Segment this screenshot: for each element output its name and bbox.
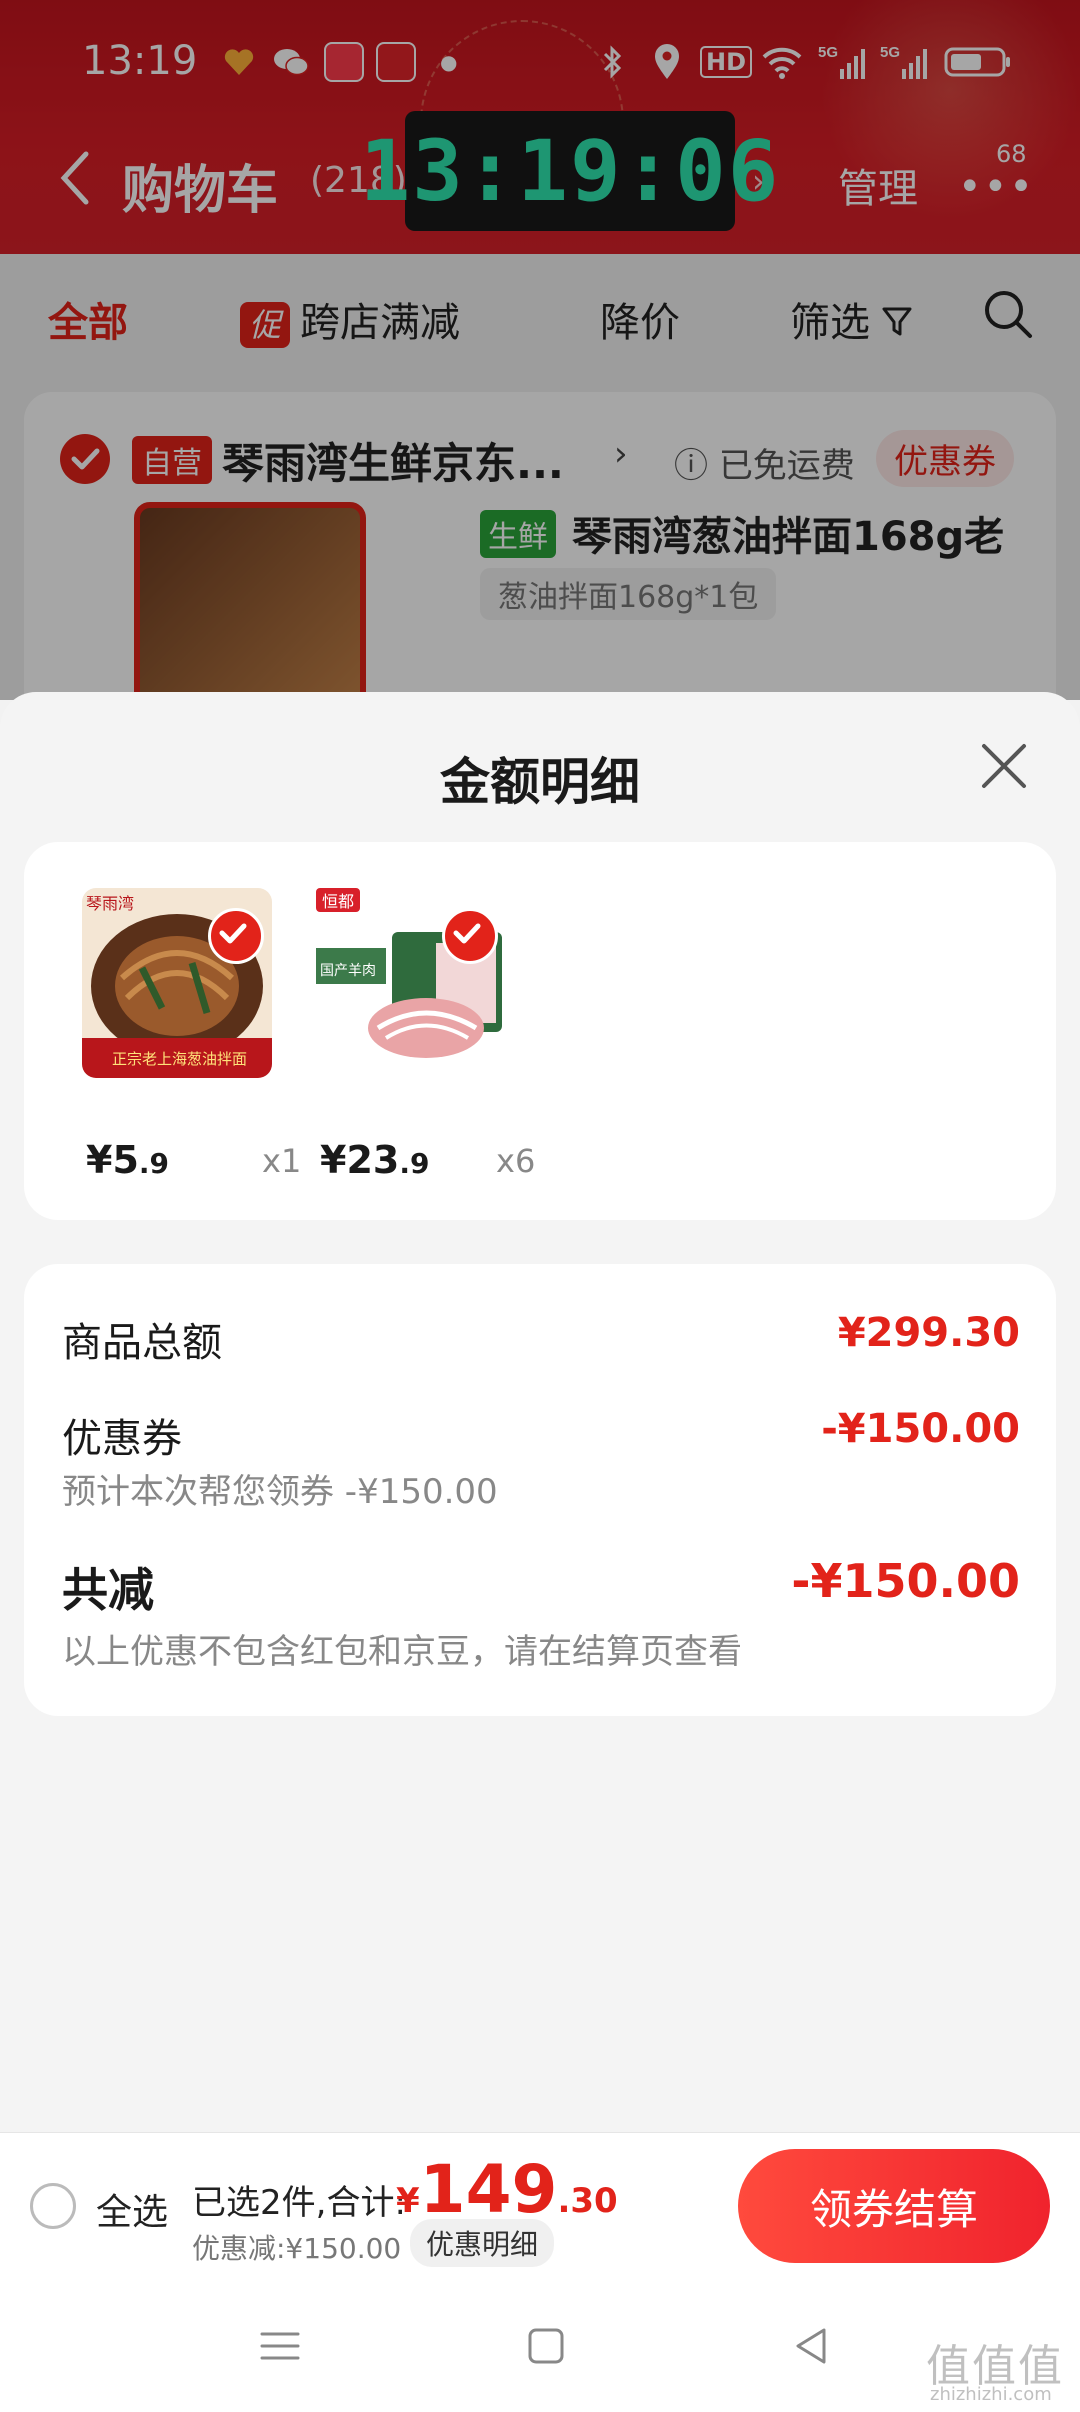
product-spec-selector[interactable]: 葱油拌面168g*1包 — [480, 568, 777, 620]
discount-summary: 优惠减:¥150.00 — [192, 2232, 402, 2265]
home-square-icon[interactable] — [522, 2322, 570, 2370]
tab-price-drop[interactable]: 降价 — [600, 290, 680, 348]
jd-app-icon — [376, 42, 416, 82]
filter-tabs: 全部 促跨店满减 降价 筛选 — [0, 254, 1080, 374]
total-discount-note: 以上优惠不包含红包和京豆，请在结算页查看 — [62, 1632, 742, 1672]
menu-icon[interactable] — [256, 2322, 304, 2370]
free-shipping-text: 已免运费 — [718, 446, 855, 486]
manage-button[interactable]: 管理 — [838, 156, 918, 214]
cart-content: 全部 促跨店满减 降价 筛选 自营 琴雨湾生鲜京东... › ⓘ 已免运费 优惠… — [0, 254, 1080, 752]
more-dots-icon[interactable]: ••• — [958, 164, 1035, 210]
price-summary-card: 商品总额 ¥299.30 优惠券 -¥150.00 预计本次帮您领券 -¥150… — [24, 1264, 1056, 1716]
hd-icon: HD — [700, 42, 753, 82]
currency-symbol: ¥ — [396, 2181, 420, 2221]
svg-text:5G: 5G — [880, 44, 900, 61]
watermark-url: zhizhizhi.com — [930, 2384, 1052, 2405]
tab-cross-store-label: 跨店满减 — [300, 300, 460, 346]
item-caption: 国产羊肉 — [320, 963, 376, 979]
close-icon[interactable] — [978, 740, 1030, 792]
wifi-icon — [760, 42, 804, 82]
promo-badge: 促 — [240, 302, 290, 348]
message-count-badge: 68 — [996, 140, 1027, 168]
free-shipping-label: ⓘ 已免运费 — [674, 438, 855, 487]
location-icon — [652, 42, 682, 82]
item-brand: 恒都 — [316, 888, 361, 912]
total-discount-label: 共减 — [62, 1563, 154, 1617]
status-time: 13:19 — [82, 38, 198, 84]
bluetooth-icon — [600, 42, 626, 82]
tab-all[interactable]: 全部 — [48, 290, 128, 348]
currency-symbol: ¥ — [320, 1138, 347, 1182]
price-decimal: .9 — [138, 1147, 170, 1180]
item-caption: 正宗老上海葱油拌面 — [112, 1050, 248, 1068]
system-nav-bar — [0, 2280, 1080, 2412]
currency-symbol: ¥ — [86, 1138, 113, 1182]
item-checkbox[interactable] — [208, 908, 264, 964]
total-decimal: .30 — [557, 2181, 618, 2221]
select-all-checkbox[interactable] — [30, 2183, 76, 2229]
item-price: ¥23.9 — [320, 1138, 429, 1182]
item-brand: 琴雨湾 — [86, 894, 135, 913]
checkout-bar: 全选 已选2件,合计: ¥149.30 优惠减:¥150.00 优惠明细 领券结… — [0, 2132, 1080, 2281]
sheet-title: 金额明细 — [440, 753, 640, 811]
tab-filter-label: 筛选 — [790, 300, 870, 346]
shop-name[interactable]: 琴雨湾生鲜京东... — [222, 430, 564, 491]
goods-total-label: 商品总额 — [62, 1320, 222, 1366]
shop-checkbox[interactable] — [60, 434, 110, 484]
fresh-tag: 生鲜 — [480, 510, 556, 558]
price-integer: 23 — [346, 1138, 400, 1182]
price-decimal: .9 — [399, 1147, 430, 1180]
back-triangle-icon[interactable] — [788, 2322, 836, 2370]
selected-items-card: 琴雨湾 正宗老上海葱油拌面 ¥5.9 x1 恒都 国产羊肉 ¥23.9 x6 — [24, 842, 1056, 1220]
selected-count-text: 已选2件,合计: — [192, 2183, 406, 2223]
amount-detail-sheet: 金额明细 琴雨湾 正宗老上海葱油拌面 ¥5.9 x1 恒都 国产羊肉 ¥23.9… — [0, 692, 1080, 2132]
page-title: 购物车 — [122, 161, 279, 221]
goods-total-value: ¥299.30 — [837, 1310, 1020, 1356]
coupon-button[interactable]: 优惠券 — [876, 430, 1014, 487]
heart-app-icon — [222, 42, 256, 82]
coupon-label: 优惠券 — [62, 1416, 182, 1462]
item-quantity: x1 — [262, 1142, 302, 1180]
wechat-icon — [272, 42, 310, 82]
discount-detail-button[interactable]: 优惠明细 — [410, 2219, 555, 2267]
back-arrow-icon[interactable] — [56, 148, 96, 208]
coupon-value: -¥150.00 — [821, 1406, 1020, 1452]
hd-label: HD — [700, 46, 753, 78]
status-bar: 13:19 ● HD 5G 5G — [0, 30, 1080, 94]
clock-overlay: 13:19:06 — [360, 111, 778, 231]
coupon-note: 预计本次帮您领券 -¥150.00 — [62, 1472, 498, 1512]
signal-1-icon: 5G — [818, 42, 866, 82]
total-price: ¥149.30 — [396, 2151, 618, 2228]
shopping-app-icon — [324, 42, 364, 82]
tab-filter[interactable]: 筛选 — [790, 290, 912, 348]
svg-text:5G: 5G — [818, 44, 838, 61]
tab-cross-store[interactable]: 促跨店满减 — [240, 290, 460, 348]
battery-icon — [944, 42, 1012, 82]
item-quantity: x6 — [496, 1142, 536, 1180]
notification-dot-icon: ● — [440, 50, 458, 74]
search-icon[interactable] — [982, 288, 1034, 340]
total-discount-value: -¥150.00 — [791, 1554, 1020, 1608]
signal-2-icon: 5G — [880, 42, 928, 82]
select-all-label[interactable]: 全选 — [96, 2183, 168, 2235]
item-checkbox[interactable] — [442, 908, 498, 964]
checkout-button[interactable]: 领券结算 — [738, 2149, 1050, 2263]
chevron-right-icon: › — [614, 434, 628, 474]
price-integer: 5 — [112, 1138, 139, 1182]
funnel-icon — [882, 302, 912, 348]
product-name[interactable]: 琴雨湾葱油拌面168g老 — [572, 504, 1004, 562]
info-icon: ⓘ — [674, 446, 708, 486]
item-price: ¥5.9 — [86, 1138, 169, 1182]
self-operated-tag: 自营 — [132, 436, 212, 484]
total-integer: 149 — [419, 2151, 558, 2228]
